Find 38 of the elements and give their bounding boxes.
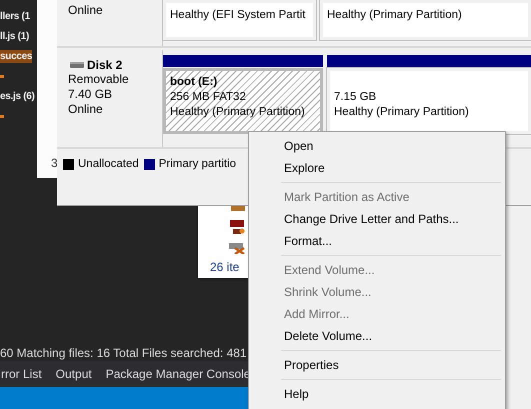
menu-item[interactable]: Properties: [251, 354, 503, 376]
disk-name: Disk 2: [87, 58, 122, 72]
menu-item[interactable]: Explore: [251, 157, 503, 179]
partition-info: Healthy (Primary Partition): [334, 105, 469, 120]
sd-card-icon: [229, 219, 245, 235]
file-entry[interactable]: es.js (6): [0, 90, 35, 102]
menu-item[interactable]: Format...: [251, 230, 503, 252]
partition-info: boot (E:): [170, 75, 218, 90]
marker-icon: [0, 74, 4, 78]
legend-label: Unallocated: [78, 158, 139, 170]
panel-tab[interactable]: rror List: [0, 367, 43, 381]
disk-type: Removable: [68, 72, 130, 87]
partition-info: Healthy (EFI System Partit: [170, 8, 306, 23]
partition-box[interactable]: 7.15 GB Healthy (Primary Partition): [327, 68, 531, 134]
menu-item[interactable]: Open: [251, 135, 503, 157]
legend-label: Primary partitio: [158, 158, 236, 170]
file-entry[interactable]: succes: [0, 50, 32, 62]
file-entry[interactable]: ll.js (1): [0, 30, 29, 42]
disk-status: Online: [68, 102, 104, 117]
marker-icon: [0, 114, 4, 118]
item-count: 26 ite: [209, 260, 240, 274]
partition-info: 7.15 GB: [334, 90, 376, 105]
partition-info: Healthy (Primary Partition): [327, 8, 462, 23]
partition-box[interactable]: Healthy (Primary Partition): [320, 0, 531, 40]
panel-tab[interactable]: Output: [54, 367, 93, 381]
drive-icon: [229, 243, 245, 254]
partition-info: 256 MB FAT32: [170, 90, 246, 105]
partition-box[interactable]: boot (E:) 256 MB FAT32 Healthy (Primary Partition): [163, 68, 323, 134]
menu-item[interactable]: Help: [251, 383, 503, 405]
text-fragment: 3: [51, 156, 58, 170]
disk-size: 7.40 GB: [68, 87, 114, 102]
partition-box[interactable]: Healthy (EFI System Partit: [163, 0, 316, 40]
find-results-summary: 60 Matching files: 16 Total Files searched: 481: [0, 345, 248, 361]
partition-info: Healthy (Primary Partition): [170, 105, 305, 120]
menu-item[interactable]: Change Drive Letter and Paths...: [251, 208, 503, 230]
disk-status: Online: [68, 3, 104, 18]
file-entry[interactable]: llers (1: [0, 10, 30, 22]
menu-item[interactable]: Delete Volume...: [251, 325, 503, 347]
